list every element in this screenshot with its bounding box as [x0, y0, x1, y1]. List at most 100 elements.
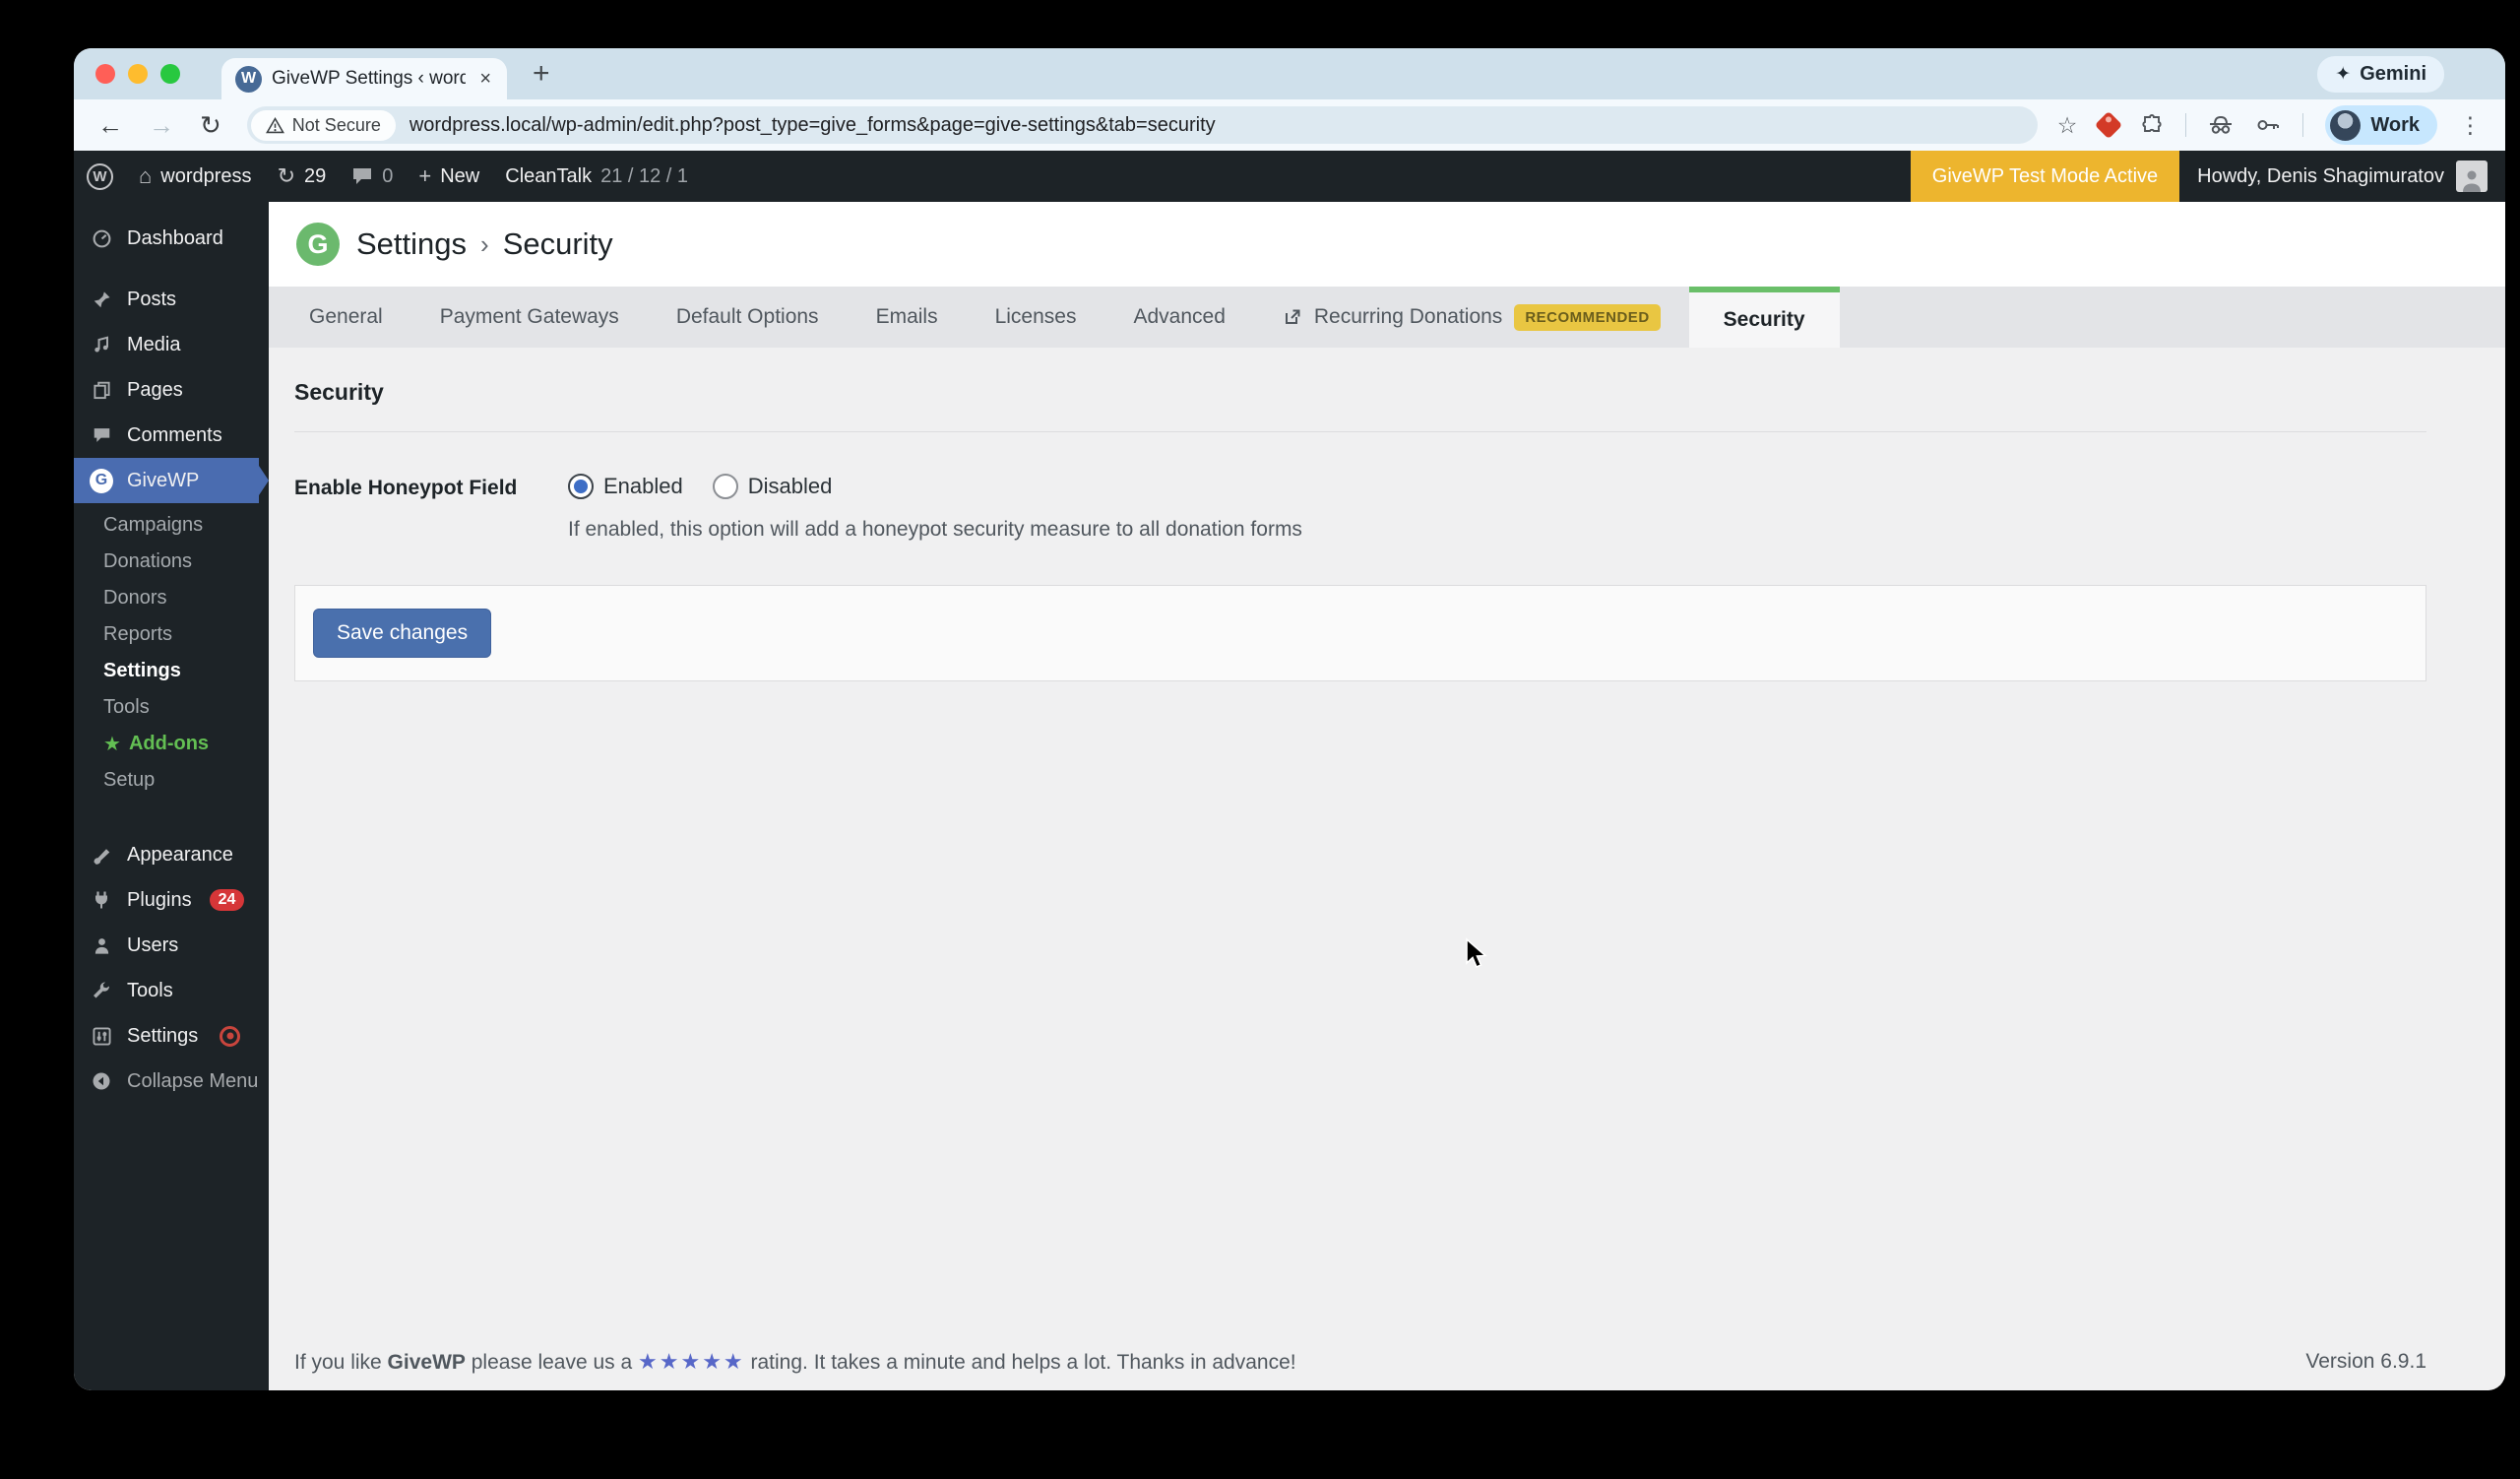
sidebar-item-media[interactable]: Media	[74, 322, 269, 367]
rating-request-text: If you like GiveWP please leave us a ★★★…	[294, 1349, 1296, 1374]
version-text: Version 6.9.1	[2305, 1350, 2426, 1373]
givewp-submenu: Campaigns Donations Donors Reports Setti…	[74, 503, 269, 808]
browser-tab-strip: W GiveWP Settings ‹ wordpress × + ✦ Gemi…	[74, 48, 2505, 99]
browser-window: W GiveWP Settings ‹ wordpress × + ✦ Gemi…	[74, 48, 2505, 1390]
gemini-button[interactable]: ✦ Gemini	[2317, 55, 2444, 93]
profile-name: Work	[2370, 113, 2420, 136]
tab-recurring-donations[interactable]: Recurring Donations RECOMMENDED	[1254, 287, 1689, 348]
honeypot-field-control: Enabled Disabled If enabled, this option…	[540, 474, 1302, 542]
honeypot-description: If enabled, this option will add a honey…	[568, 518, 1302, 541]
site-security-chip[interactable]: Not Secure	[250, 109, 396, 141]
howdy-label: Howdy, Denis Shagimuratov	[2197, 164, 2444, 187]
desktop-background: W GiveWP Settings ‹ wordpress × + ✦ Gemi…	[0, 0, 2520, 1479]
window-controls	[95, 64, 180, 84]
radio-disabled-unchecked[interactable]	[712, 474, 738, 499]
tab-licenses[interactable]: Licenses	[967, 287, 1105, 348]
cleantalk-label: CleanTalk	[505, 164, 593, 187]
radio-option-enabled[interactable]: Enabled	[568, 474, 683, 499]
five-stars[interactable]: ★★★★★	[638, 1349, 745, 1374]
warning-triangle-icon	[265, 116, 284, 133]
updates-icon: ↻	[277, 163, 295, 188]
sidebar-item-comments[interactable]: Comments	[74, 413, 269, 458]
close-window-button[interactable]	[95, 64, 115, 84]
site-name-menu[interactable]: ⌂ wordpress	[126, 151, 265, 202]
browser-menu-kebab-icon[interactable]: ⋮	[2459, 113, 2482, 137]
browser-profile-button[interactable]: Work	[2325, 105, 2437, 145]
updates-menu[interactable]: ↻ 29	[265, 151, 340, 202]
paintbrush-icon	[90, 845, 113, 865]
tab-advanced[interactable]: Advanced	[1104, 287, 1253, 348]
submenu-item-reports[interactable]: Reports	[74, 616, 269, 653]
submenu-item-campaigns[interactable]: Campaigns	[74, 507, 269, 544]
submenu-item-addons[interactable]: ★ Add-ons	[74, 726, 269, 762]
toolbar-divider	[2302, 113, 2304, 137]
address-bar[interactable]: Not Secure wordpress.local/wp-admin/edit…	[246, 106, 2038, 144]
sidebar-item-dashboard[interactable]: Dashboard	[74, 216, 269, 261]
person-icon	[2463, 170, 2481, 192]
tab-payment-gateways[interactable]: Payment Gateways	[411, 287, 648, 348]
save-panel: Save changes	[294, 585, 2426, 681]
dashboard-gauge-icon	[90, 228, 113, 249]
honeypot-radio-group: Enabled Disabled	[568, 474, 1302, 499]
breadcrumb-separator-icon: ›	[480, 228, 489, 259]
sidebar-label: Posts	[127, 288, 177, 310]
radio-disabled-label: Disabled	[747, 474, 833, 498]
browser-tab[interactable]: W GiveWP Settings ‹ wordpress ×	[221, 58, 507, 99]
bookmark-star-icon[interactable]: ☆	[2057, 113, 2078, 137]
tab-title: GiveWP Settings ‹ wordpress	[272, 68, 467, 89]
new-label: New	[440, 164, 480, 187]
tab-default-options[interactable]: Default Options	[648, 287, 848, 348]
tab-emails[interactable]: Emails	[848, 287, 967, 348]
close-tab-icon[interactable]: ×	[475, 68, 495, 91]
tab-general[interactable]: General	[281, 287, 411, 348]
tab-security[interactable]: Security	[1688, 287, 1840, 348]
user-avatar	[2456, 161, 2488, 192]
submenu-item-donors[interactable]: Donors	[74, 580, 269, 616]
url-text[interactable]: wordpress.local/wp-admin/edit.php?post_t…	[410, 114, 1216, 137]
sidebar-item-users[interactable]: Users	[74, 923, 269, 968]
reload-button[interactable]: ↻	[200, 112, 221, 138]
givewp-test-mode-badge[interactable]: GiveWP Test Mode Active	[1910, 151, 2180, 202]
back-button[interactable]: ←	[97, 112, 123, 138]
sidebar-item-posts[interactable]: Posts	[74, 277, 269, 322]
submenu-item-tools[interactable]: Tools	[74, 689, 269, 726]
home-icon: ⌂	[139, 163, 153, 188]
radio-enabled-checked[interactable]	[568, 474, 594, 499]
sidebar-label: Media	[127, 333, 181, 355]
submenu-item-donations[interactable]: Donations	[74, 544, 269, 580]
cleantalk-menu[interactable]: CleanTalk 21 / 12 / 1	[492, 151, 701, 202]
sidebar-item-appearance[interactable]: Appearance	[74, 832, 269, 877]
sidebar-separator	[74, 261, 269, 277]
sidebar-item-settings[interactable]: Settings	[74, 1013, 269, 1059]
wp-logo-menu[interactable]: W	[74, 151, 126, 202]
sidebar-item-plugins[interactable]: Plugins 24	[74, 877, 269, 923]
minimize-window-button[interactable]	[128, 64, 148, 84]
radio-option-disabled[interactable]: Disabled	[712, 474, 833, 499]
settings-tab-bar: General Payment Gateways Default Options…	[269, 287, 2505, 348]
sidebar-item-pages[interactable]: Pages	[74, 367, 269, 413]
submenu-item-settings[interactable]: Settings	[74, 653, 269, 689]
sidebar-item-givewp[interactable]: G GiveWP	[74, 458, 269, 503]
extensions-puzzle-icon[interactable]	[2140, 113, 2164, 137]
breadcrumb-settings[interactable]: Settings	[356, 226, 467, 262]
comments-menu[interactable]: 0	[339, 151, 406, 202]
plugin-icon	[90, 890, 113, 910]
sidebar-item-tools[interactable]: Tools	[74, 968, 269, 1013]
wp-admin-bar: W ⌂ wordpress ↻ 29 0 + New CleanTalk 21 …	[74, 151, 2505, 202]
password-key-icon[interactable]	[2255, 113, 2281, 137]
external-link-icon	[1283, 307, 1302, 327]
sidebar-item-collapse-menu[interactable]: Collapse Menu	[74, 1059, 269, 1104]
profile-avatar	[2330, 109, 2362, 141]
mouse-cursor	[1466, 937, 1488, 969]
zoom-window-button[interactable]	[160, 64, 180, 84]
submenu-item-setup[interactable]: Setup	[74, 762, 269, 799]
account-menu[interactable]: Howdy, Denis Shagimuratov	[2179, 161, 2505, 192]
toolbar-divider	[2185, 113, 2187, 137]
new-tab-button[interactable]: +	[533, 57, 550, 91]
save-changes-button[interactable]: Save changes	[313, 609, 492, 658]
new-content-menu[interactable]: + New	[406, 151, 492, 202]
honeypot-field-row: Enable Honeypot Field Enabled Disabled I…	[294, 474, 2426, 542]
extension-red-icon[interactable]	[2095, 110, 2123, 140]
incognito-icon[interactable]	[2208, 113, 2234, 137]
sidebar-label: Pages	[127, 378, 183, 401]
